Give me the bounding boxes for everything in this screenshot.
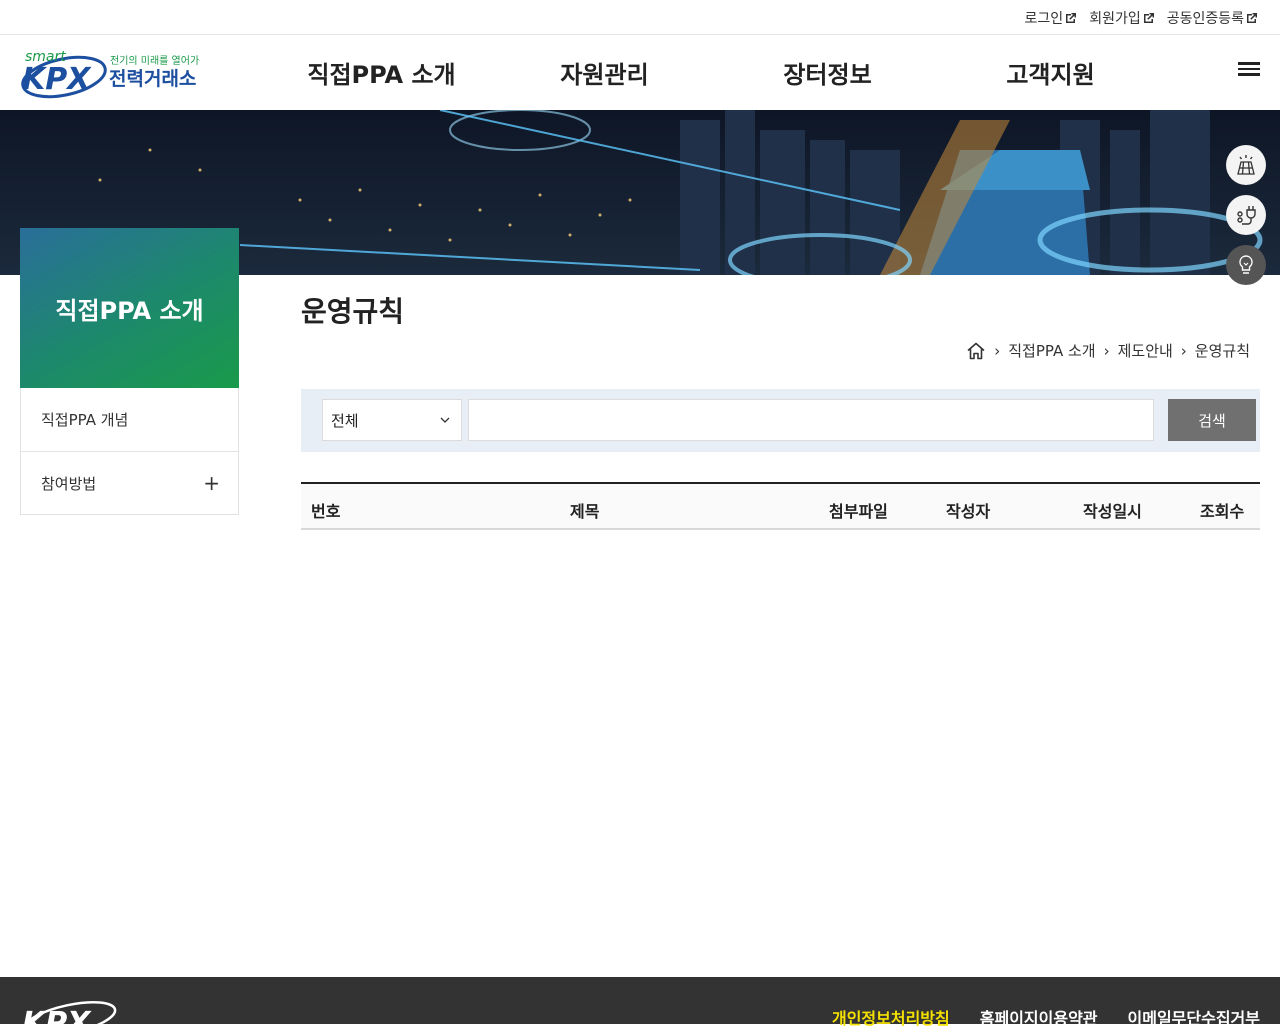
cert-register-link[interactable]: 공동인증등록 (1167, 8, 1258, 28)
external-link-icon (1066, 13, 1077, 23)
search-category-value: 전체 (331, 411, 359, 430)
lightbulb-icon[interactable] (1226, 245, 1266, 285)
svg-text:전기의 미래를 열어가는: 전기의 미래를 열어가는 (110, 55, 200, 67)
signup-link[interactable]: 회원가입 (1089, 8, 1155, 28)
gnb-item-resource-management[interactable]: 자원관리 (493, 35, 716, 110)
lnb-title: 직접PPA 소개 (20, 228, 239, 388)
chevron-down-icon (440, 417, 450, 423)
page-title: 운영규칙 (301, 295, 405, 328)
email-collection-refusal-link[interactable]: 이메일무단수집거부 (1128, 1005, 1260, 1029)
column-header-attachment: 첨부파일 (829, 502, 888, 521)
home-icon[interactable] (966, 341, 986, 361)
hamburger-menu-icon[interactable] (1236, 59, 1262, 81)
svg-text:KPX: KPX (22, 62, 92, 97)
solar-panel-icon[interactable] (1226, 145, 1266, 185)
privacy-policy-link[interactable]: 개인정보처리방침 (832, 1005, 950, 1029)
kpx-logo[interactable]: smart KPX 전기의 미래를 열어가는 전력거래소 (20, 47, 208, 99)
lnb-item-label: 직접PPA 개념 (41, 411, 129, 429)
lnb-item-ppa-concept[interactable]: 직접PPA 개념 (21, 388, 238, 451)
external-link-icon (1247, 13, 1257, 23)
utility-bar: 로그인 회원가입 공동인증등록 (0, 0, 1280, 35)
svg-text:전력거래소: 전력거래소 (109, 68, 196, 90)
gnb-item-market-info[interactable]: 장터정보 (716, 35, 939, 110)
footer-links: 개인정보처리방침 홈페이지이용약관 이메일무단수집거부 (832, 1005, 1260, 1029)
gnb-item-customer-support[interactable]: 고객지원 (939, 35, 1162, 110)
column-header-date: 작성일시 (1083, 502, 1142, 521)
power-plug-icon[interactable] (1226, 195, 1266, 235)
header: smart KPX 전기의 미래를 열어가는 전력거래소 직접PPA 소개 자원… (0, 35, 1280, 110)
board-table-header: 번호 제목 첨부파일 작성자 작성일시 조회수 (301, 482, 1260, 530)
signup-label: 회원가입 (1089, 11, 1141, 27)
breadcrumb: › 직접PPA 소개 › 제도안내 › 운영규칙 (966, 340, 1250, 361)
footer: KPX 개인정보처리방침 홈페이지이용약관 이메일무단수집거부 (0, 977, 1280, 1029)
breadcrumb-item[interactable]: 제도안내 (1118, 340, 1173, 361)
search-input[interactable] (468, 399, 1154, 441)
cert-register-label: 공동인증등록 (1166, 11, 1244, 27)
plus-icon[interactable]: + (203, 471, 220, 495)
lnb-item-participation[interactable]: 참여방법 + (21, 451, 238, 514)
chevron-right-icon: › (994, 341, 1001, 360)
login-label: 로그인 (1024, 11, 1064, 27)
chevron-right-icon: › (1180, 341, 1187, 360)
chevron-right-icon: › (1103, 341, 1110, 360)
search-category-select[interactable]: 전체 (322, 399, 462, 441)
breadcrumb-item[interactable]: 직접PPA 소개 (1008, 340, 1095, 361)
column-header-author: 작성자 (946, 502, 991, 521)
column-header-views: 조회수 (1200, 502, 1245, 521)
lnb-item-label: 참여방법 (41, 474, 97, 493)
lnb-menu: 직접PPA 개념 참여방법 + (20, 388, 239, 515)
search-box: 전체 검색 (301, 389, 1260, 452)
utility-links: 로그인 회원가입 공동인증등록 (1025, 8, 1258, 28)
search-button[interactable]: 검색 (1168, 399, 1256, 441)
column-header-number: 번호 (311, 502, 341, 521)
svg-text:KPX: KPX (22, 1006, 92, 1029)
external-link-icon (1143, 13, 1154, 23)
breadcrumb-item-current[interactable]: 운영규칙 (1195, 340, 1250, 361)
kpx-logo-graphic: smart KPX 전기의 미래를 열어가는 전력거래소 (21, 49, 208, 99)
column-header-title: 제목 (570, 502, 600, 521)
footer-kpx-logo: KPX (22, 1001, 117, 1029)
terms-of-use-link[interactable]: 홈페이지이용약관 (980, 1005, 1098, 1029)
login-link[interactable]: 로그인 (1025, 8, 1078, 28)
gnb-item-ppa-intro[interactable]: 직접PPA 소개 (270, 35, 493, 110)
global-nav: 직접PPA 소개 자원관리 장터정보 고객지원 (270, 35, 1162, 110)
